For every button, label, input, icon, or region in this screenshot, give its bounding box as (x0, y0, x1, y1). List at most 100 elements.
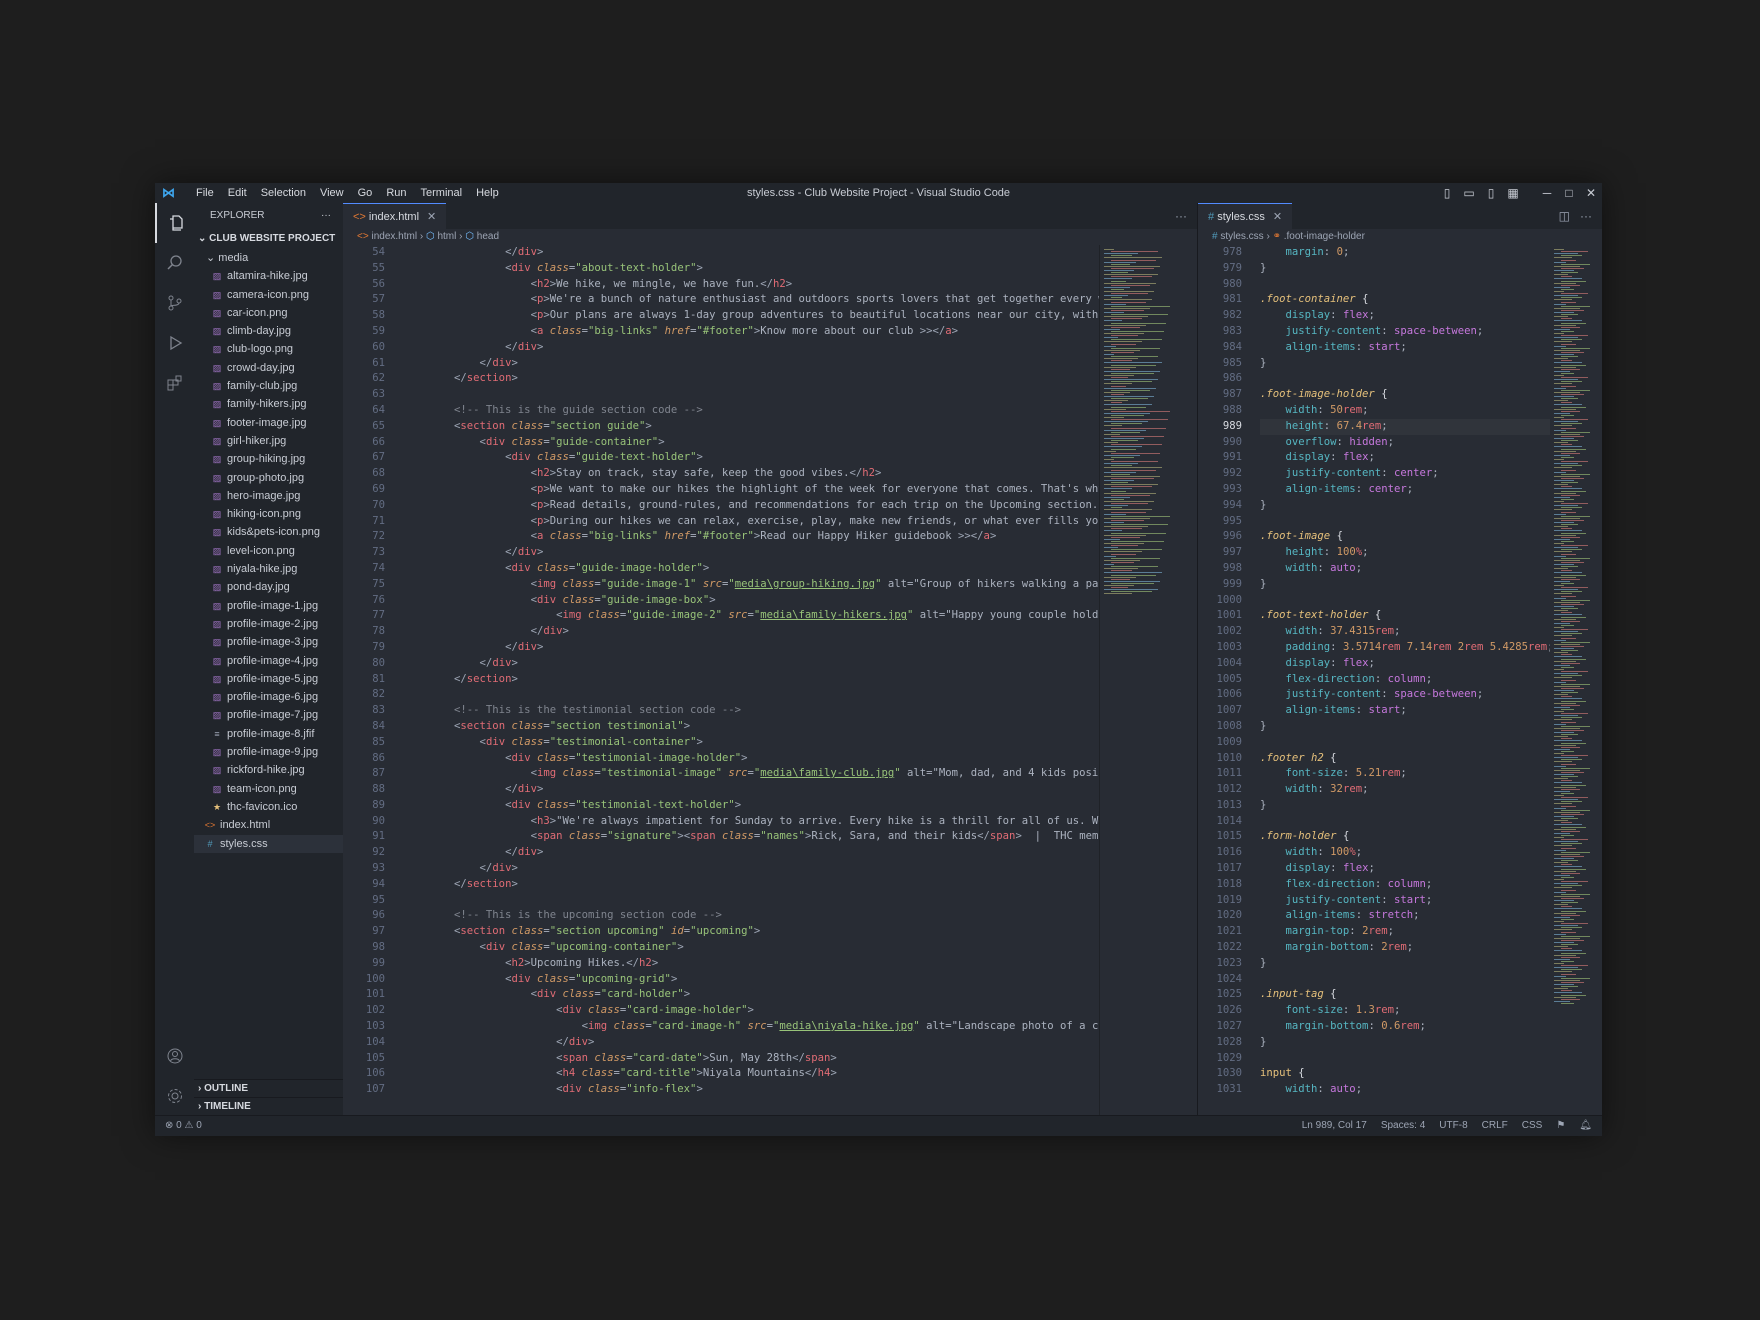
tree-file[interactable]: ▨ profile-image-7.jpg (194, 706, 343, 724)
code-line[interactable]: width: 37.4315rem; (1260, 624, 1554, 640)
minimap-right[interactable] (1550, 245, 1590, 1116)
code-line[interactable]: </div> (403, 1035, 1099, 1051)
code-line[interactable] (1260, 735, 1554, 751)
code-line[interactable]: <!-- This is the upcoming section code -… (403, 908, 1099, 924)
code-line[interactable]: .foot-image { (1260, 529, 1554, 545)
code-line[interactable]: </div> (403, 545, 1099, 561)
code-line[interactable]: } (1260, 498, 1554, 514)
tab-index-html[interactable]: <> index.html ✕ (343, 203, 447, 229)
editor-more-actions-icon[interactable]: ··· (1175, 203, 1187, 229)
cursor-position[interactable]: Ln 989, Col 17 (1302, 1116, 1367, 1136)
tree-file-index-html[interactable]: <> index.html (194, 816, 343, 834)
menu-file[interactable]: File (189, 183, 221, 203)
tree-file[interactable]: ▨ rickford-hike.jpg (194, 761, 343, 779)
code-line[interactable]: <a class="big-links" href="#footer">Read… (403, 529, 1099, 545)
code-line[interactable] (1260, 371, 1554, 387)
code-line[interactable] (1260, 277, 1554, 293)
code-line[interactable]: } (1260, 356, 1554, 372)
code-line[interactable]: .foot-container { (1260, 292, 1554, 308)
tree-file[interactable]: ▨ footer-image.jpg (194, 414, 343, 432)
explorer-icon[interactable] (155, 203, 194, 243)
code-line[interactable]: flex-direction: column; (1260, 672, 1554, 688)
code-line[interactable]: </div> (403, 845, 1099, 861)
tree-file[interactable]: ▨ climb-day.jpg (194, 322, 343, 340)
code-line[interactable]: <p>Read details, ground-rules, and recom… (403, 498, 1099, 514)
tree-file[interactable]: ▨ profile-image-4.jpg (194, 652, 343, 670)
tree-file[interactable]: ▨ profile-image-3.jpg (194, 633, 343, 651)
code-line[interactable]: <div class="guide-text-holder"> (403, 450, 1099, 466)
breadcrumb-item[interactable]: head (477, 231, 499, 242)
language-mode[interactable]: CSS (1522, 1116, 1543, 1136)
line-ending[interactable]: CRLF (1482, 1116, 1508, 1136)
code-line[interactable]: </section> (403, 672, 1099, 688)
tab-styles-css[interactable]: # styles.css ✕ (1198, 203, 1293, 229)
breadcrumb-item[interactable]: index.html (371, 231, 417, 242)
code-line[interactable] (1260, 1051, 1554, 1067)
code-line[interactable]: <div class="testimonial-image-holder"> (403, 751, 1099, 767)
tree-file[interactable]: ▨ profile-image-2.jpg (194, 615, 343, 633)
code-line[interactable]: .foot-text-holder { (1260, 608, 1554, 624)
code-line[interactable]: <section class="section guide"> (403, 419, 1099, 435)
code-line[interactable]: <div class="upcoming-grid"> (403, 972, 1099, 988)
accounts-icon[interactable] (155, 1036, 194, 1076)
close-window-icon[interactable]: ✕ (1580, 183, 1602, 203)
split-editor-icon[interactable]: ◫ (1559, 203, 1570, 229)
tree-file[interactable]: ▨ level-icon.png (194, 542, 343, 560)
code-line[interactable]: } (1260, 719, 1554, 735)
project-folder-header[interactable]: ⌄ CLUB WEBSITE PROJECT (194, 229, 343, 249)
code-line[interactable]: justify-content: center; (1260, 466, 1554, 482)
minimize-icon[interactable]: ─ (1536, 183, 1558, 203)
tree-file[interactable]: ▨ profile-image-9.jpg (194, 743, 343, 761)
code-line[interactable]: <h3>"We're always impatient for Sunday t… (403, 814, 1099, 830)
tree-file[interactable]: ▨ camera-icon.png (194, 286, 343, 304)
code-line[interactable]: </section> (403, 877, 1099, 893)
code-line[interactable]: <h4 class="card-title">Niyala Mountains<… (403, 1066, 1099, 1082)
tree-file[interactable]: ▨ profile-image-1.jpg (194, 597, 343, 615)
code-line[interactable]: <p>Our plans are always 1-day group adve… (403, 308, 1099, 324)
extensions-icon[interactable] (155, 363, 194, 403)
code-line[interactable] (1260, 814, 1554, 830)
code-line[interactable]: <div class="info-flex"> (403, 1082, 1099, 1098)
tree-file[interactable]: ▨ profile-image-5.jpg (194, 670, 343, 688)
code-line[interactable]: input { (1260, 1066, 1554, 1082)
code-area-left[interactable]: 54 55 56 57 58 59 60 61 62 63 64 65 66 67 68 69 70 71 72 73… (343, 245, 1099, 1116)
code-line[interactable]: <img class="guide-image-1" src="media\gr… (403, 577, 1099, 593)
toggle-panel-icon[interactable]: ▭ (1458, 183, 1480, 203)
notifications-bell-icon[interactable]: 🔔︎ (1579, 1116, 1592, 1136)
menu-edit[interactable]: Edit (221, 183, 254, 203)
code-line[interactable]: <section class="section testimonial"> (403, 719, 1099, 735)
tree-file[interactable]: ≡ profile-image-8.jfif (194, 725, 343, 743)
breadcrumb-item[interactable]: html (437, 231, 456, 242)
code-line[interactable] (1260, 972, 1554, 988)
code-line[interactable]: justify-content: start; (1260, 893, 1554, 909)
code-line[interactable]: <div class="card-holder"> (403, 987, 1099, 1003)
code-line[interactable]: } (1260, 577, 1554, 593)
menu-help[interactable]: Help (469, 183, 506, 203)
code-line[interactable]: <h2>We hike, we mingle, we have fun.</h2… (403, 277, 1099, 293)
tree-file[interactable]: ▨ hiking-icon.png (194, 505, 343, 523)
editor-more-actions-icon[interactable]: ··· (1580, 203, 1592, 229)
code-line[interactable]: } (1260, 798, 1554, 814)
code-line[interactable]: <span class="signature"><span class="nam… (403, 829, 1099, 845)
code-line[interactable]: <div class="about-text-holder"> (403, 261, 1099, 277)
code-line[interactable]: font-size: 1.3rem; (1260, 1003, 1554, 1019)
code-line[interactable]: display: flex; (1260, 308, 1554, 324)
feedback-icon[interactable]: ⚑ (1556, 1116, 1565, 1136)
settings-gear-icon[interactable] (155, 1076, 194, 1116)
code-line[interactable]: width: 100%; (1260, 845, 1554, 861)
code-lines[interactable]: </div> <div class="about-text-holder"> <… (403, 245, 1099, 1098)
code-line[interactable]: <img class="card-image-h" src="media\niy… (403, 1019, 1099, 1035)
code-line[interactable]: .foot-image-holder { (1260, 387, 1554, 403)
code-line[interactable]: <div class="testimonial-text-holder"> (403, 798, 1099, 814)
code-line[interactable]: } (1260, 261, 1554, 277)
code-line[interactable]: width: auto; (1260, 1082, 1554, 1098)
code-line[interactable]: align-items: start; (1260, 703, 1554, 719)
code-line[interactable]: <h2>Stay on track, stay safe, keep the g… (403, 466, 1099, 482)
code-line[interactable]: margin-bottom: 2rem; (1260, 940, 1554, 956)
encoding[interactable]: UTF-8 (1439, 1116, 1467, 1136)
code-line[interactable]: } (1260, 1035, 1554, 1051)
menu-go[interactable]: Go (351, 183, 380, 203)
code-line[interactable]: </div> (403, 782, 1099, 798)
code-line[interactable]: <p>We're a bunch of nature enthusiast an… (403, 292, 1099, 308)
code-line[interactable] (1260, 593, 1554, 609)
